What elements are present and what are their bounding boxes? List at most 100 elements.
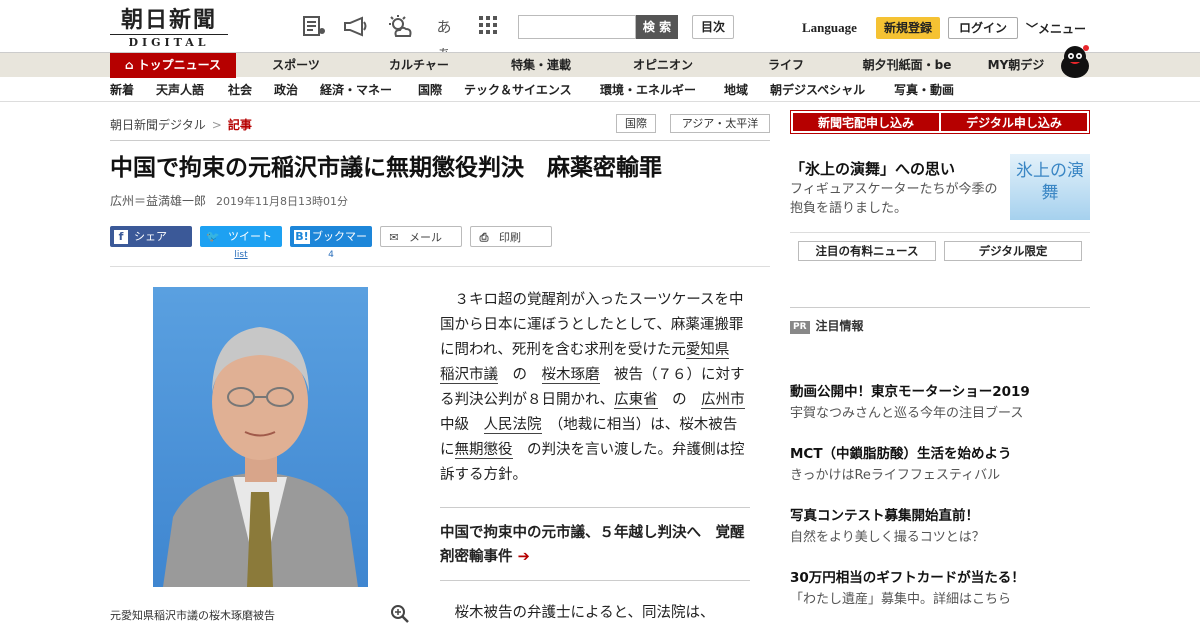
pr-item-desc: 自然をより美しく撮るコツとは？ [790, 530, 985, 545]
pr-item-title[interactable]: 30万円相当のギフトカードが当たる！ [790, 566, 1025, 586]
article-lead: ３キロ超の覚醒剤が入ったスーツケースを中国から日本に運ぼうとしたとして、麻薬運搬… [440, 288, 750, 488]
chevron-down-icon: ﹀ [1026, 22, 1039, 36]
weather-icon[interactable] [386, 14, 414, 40]
nav-sports[interactable]: スポーツ [256, 53, 336, 78]
nav2-latest[interactable]: 新着 [110, 78, 134, 102]
nav-features[interactable]: 特集・連載 [496, 53, 586, 78]
share-label: 印刷 [499, 231, 521, 244]
facebook-icon: f [114, 230, 128, 244]
site-logo[interactable]: 朝日新聞 DIGITAL [110, 7, 228, 49]
nav-label: トップニュース [137, 58, 221, 72]
home-icon: ⌂ [125, 58, 134, 72]
lead-text: の [512, 367, 528, 383]
nav-life[interactable]: ライフ [746, 53, 826, 78]
author: 広州＝益満雄一郎 [110, 194, 207, 208]
nav-my-asahi[interactable]: MY朝デジ [980, 53, 1052, 78]
pr-item-desc: 「わたし遺産」募集中。詳細はこちら [790, 592, 1012, 607]
breadcrumb-current: 記事 [227, 118, 252, 132]
nav2-environment[interactable]: 環境・エネルギー [600, 78, 696, 102]
print-button[interactable]: ⎙ 印刷 [470, 226, 552, 247]
pr-item-desc: 宇賀なつみさんと巡る今年の注目ブース [790, 406, 1024, 421]
nav2-photo-video[interactable]: 写真・動画 [894, 78, 954, 102]
pr-heading: PR 注目情報 [790, 317, 864, 334]
zoom-icon[interactable] [390, 604, 410, 624]
breadcrumb-separator: > [211, 118, 222, 132]
lead-text: 中級 [440, 417, 469, 433]
nav2-special[interactable]: 朝デジスペシャル [770, 78, 865, 102]
breadcrumb-home[interactable]: 朝日新聞デジタル [110, 118, 206, 132]
share-label: シェア [134, 230, 167, 243]
keyword-link[interactable]: 広州市 [701, 392, 745, 409]
tag-international[interactable]: 国際 [616, 114, 656, 133]
divider [440, 580, 750, 581]
photo-caption: 元愛知県稲沢市議の桜木琢磨被告 [110, 609, 275, 622]
hatena-count[interactable]: 4 [290, 250, 372, 260]
keyword-link[interactable]: 稲沢市議 [440, 367, 498, 384]
hatena-bookmark-button[interactable]: B! ブックマーク [290, 226, 372, 264]
article-photo[interactable] [153, 287, 368, 587]
mascot-icon[interactable] [1058, 44, 1092, 78]
divider [110, 266, 770, 267]
nav-top-news[interactable]: ⌂ トップニュース [110, 53, 236, 78]
related-article-link[interactable]: 中国で拘束中の元市議、５年越し判決へ 覚醒剤密輸事件 ➔ [440, 521, 750, 569]
nav2-international[interactable]: 国際 [418, 78, 442, 102]
language-link[interactable]: Language [802, 20, 857, 36]
pr-item-title[interactable]: MCT（中鎖脂肪酸）生活を始めよう [790, 442, 1012, 462]
signup-button[interactable]: 新規登録 [876, 17, 940, 39]
facebook-share-button[interactable]: f シェア [110, 226, 192, 247]
megaphone-icon[interactable] [342, 14, 370, 40]
article-title: 中国で拘束の元稲沢市議に無期懲役判決 麻薬密輸罪 [110, 155, 662, 181]
login-button[interactable]: ログイン [948, 17, 1018, 39]
promo-title[interactable]: 「氷上の演舞」への思い [790, 158, 955, 179]
featured-paid-news-button[interactable]: 注目の有料ニュース [798, 241, 936, 261]
nav2-tech-science[interactable]: テック＆サイエンス [464, 78, 572, 102]
nav-opinion[interactable]: オピニオン [618, 53, 708, 78]
newspaper-subscribe-button[interactable]: 新聞宅配申し込み [793, 113, 939, 131]
paper-icon[interactable] [300, 14, 328, 40]
nav-newspaper[interactable]: 朝夕刊紙面・be [852, 53, 962, 78]
keyword-link[interactable]: 桜木琢磨 [541, 367, 600, 384]
twitter-count[interactable]: list [200, 250, 282, 260]
share-label: ツイート [228, 230, 272, 243]
pr-item-desc: きっかけはReライフフェスティバル [790, 468, 1001, 483]
keyword-link[interactable]: 愛知県 [685, 342, 730, 359]
menu-label: メニュー [1038, 22, 1087, 36]
nav2-society[interactable]: 社会 [228, 78, 252, 102]
keyword-link[interactable]: 広東省 [614, 392, 658, 409]
publish-date: 2019年11月8日13時01分 [216, 195, 348, 208]
subscribe-box: 新聞宅配申し込み デジタル申し込み [790, 110, 1090, 134]
tag-asia-pacific[interactable]: アジア・太平洋 [670, 114, 770, 133]
nav2-politics[interactable]: 政治 [274, 78, 298, 102]
byline: 広州＝益満雄一郎 2019年11月8日13時01分 [110, 192, 348, 209]
promo-description: フィギュアスケーターたちが今季の抱負を語りました。 [790, 182, 998, 216]
arrow-right-icon: ➔ [517, 549, 530, 565]
search-button[interactable]: 検 索 [636, 15, 678, 39]
print-icon: ⎙ [479, 231, 489, 244]
pr-item-title[interactable]: 写真コンテスト募集開始直前！ [790, 504, 979, 524]
twitter-share-button[interactable]: 🐦 ツイート [200, 226, 282, 247]
nav2-region[interactable]: 地域 [724, 78, 748, 102]
keyword-link[interactable]: 無期懲役 [454, 442, 513, 459]
search-input[interactable] [518, 15, 636, 39]
logo-digital: DIGITAL [110, 34, 228, 49]
sub-nav: 新着 天声人語 社会 政治 経済・マネー 国際 テック＆サイエンス 環境・エネル… [0, 78, 1200, 102]
breadcrumb: 朝日新聞デジタル > 記事 [110, 116, 252, 133]
nav-culture[interactable]: カルチャー [374, 53, 464, 78]
promo-image[interactable]: 氷上の演舞 [1010, 154, 1090, 220]
divider [790, 232, 1090, 233]
digital-subscribe-button[interactable]: デジタル申し込み [941, 113, 1087, 131]
related-article-title: 中国で拘束中の元市議、５年越し判決へ 覚醒剤密輸事件 [440, 525, 745, 565]
toc-button[interactable]: 目次 [692, 15, 734, 39]
keyword-link[interactable]: 人民法院 [483, 417, 542, 434]
nav2-economy[interactable]: 経済・マネー [320, 78, 392, 102]
grid-icon[interactable] [474, 14, 502, 40]
logo-kanji: 朝日新聞 [120, 7, 217, 33]
menu-button[interactable]: ﹀メニュー [1026, 20, 1086, 37]
font-size-icon[interactable]: あぁ [430, 14, 458, 62]
lead-text: の [672, 392, 687, 408]
pr-item-title[interactable]: 動画公開中！東京モーターショー2019 [790, 380, 1030, 400]
mail-share-button[interactable]: ✉ メール [380, 226, 462, 247]
nav2-tenseijingo[interactable]: 天声人語 [156, 78, 204, 102]
portrait-image [163, 327, 358, 587]
digital-exclusive-button[interactable]: デジタル限定 [944, 241, 1082, 261]
